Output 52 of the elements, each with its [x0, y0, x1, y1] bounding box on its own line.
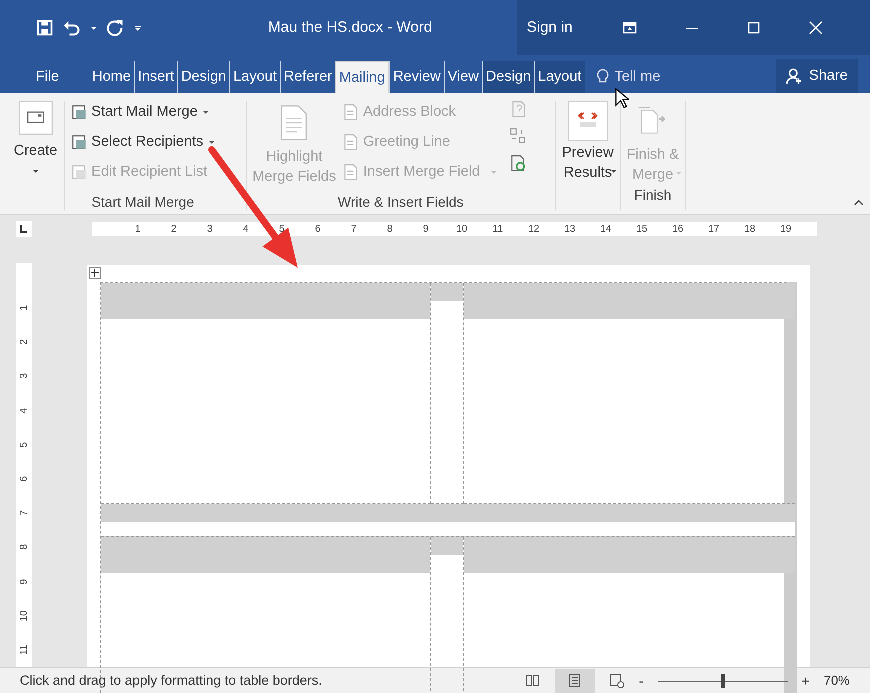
zoom-in-button[interactable]: + — [802, 672, 810, 688]
save-icon[interactable] — [36, 18, 54, 36]
page-icon — [567, 672, 584, 688]
ribbon-tab[interactable]: Home — [89, 61, 134, 93]
caret-icon — [32, 167, 40, 175]
update-labels-icon[interactable] — [510, 155, 528, 172]
group-label: Write & Insert Fields — [337, 193, 465, 210]
table-move-handle-icon[interactable] — [89, 267, 101, 279]
document-icon — [342, 104, 360, 120]
vertical-ruler: 1 2 3 4 5 6 7 8 9 10 11 — [16, 263, 32, 667]
file-tab[interactable]: File — [26, 61, 90, 93]
close-icon[interactable] — [808, 20, 824, 36]
create-button[interactable]: Create — [14, 101, 58, 175]
ribbon-display-icon[interactable] — [622, 20, 638, 36]
web-layout-icon[interactable] — [609, 672, 626, 688]
envelope-icon — [18, 101, 53, 135]
customize-icon[interactable] — [134, 24, 142, 32]
tab-stop-icon[interactable] — [16, 221, 32, 237]
zoom-out-button[interactable]: - — [639, 672, 644, 688]
preview-results-button[interactable]: Preview Results — [562, 101, 614, 183]
ribbon-tab[interactable]: Layout — [534, 61, 585, 93]
ribbon-command[interactable]: Start Mail Merge — [70, 101, 216, 123]
document-icon — [70, 104, 88, 120]
zoom-slider[interactable] — [658, 674, 788, 688]
zoom-level[interactable]: 70% — [824, 673, 850, 688]
ribbon-command[interactable]: Select Recipients — [70, 131, 216, 153]
person-add-icon — [786, 68, 804, 84]
status-message: Click and drag to apply formatting to table borders. — [20, 673, 322, 688]
document-icon — [70, 164, 88, 180]
share-button[interactable]: Share — [776, 59, 858, 93]
document-icon — [279, 105, 310, 141]
collapse-ribbon-icon[interactable] — [854, 200, 864, 206]
document-icon — [342, 164, 360, 180]
redo-icon[interactable] — [107, 18, 125, 36]
print-layout-button[interactable] — [555, 668, 596, 692]
lightbulb-icon — [596, 69, 609, 85]
group-label: Start Mail Merge — [90, 193, 196, 210]
group-label: Finish — [633, 186, 673, 203]
preview-icon — [568, 101, 608, 141]
horizontal-ruler: 1 2 3 4 5 6 7 8 9 10 11 12 13 14 15 16 17 18 19 — [92, 222, 817, 236]
ribbon-tab[interactable]: Design — [482, 61, 534, 93]
tell-me-field[interactable]: Tell me — [584, 61, 679, 93]
read-mode-icon[interactable] — [525, 672, 542, 688]
maximize-icon[interactable] — [746, 20, 762, 36]
caret-icon — [675, 169, 684, 177]
undo-icon[interactable] — [63, 18, 81, 36]
window-title: Mau the HS.docx - Word — [268, 19, 434, 36]
match-fields-icon[interactable] — [510, 128, 528, 145]
ribbon-tab[interactable]: Mailing — [335, 61, 390, 93]
document-icon — [70, 134, 88, 150]
document-icon — [342, 134, 360, 150]
sign-in-link[interactable]: Sign in — [527, 19, 622, 36]
